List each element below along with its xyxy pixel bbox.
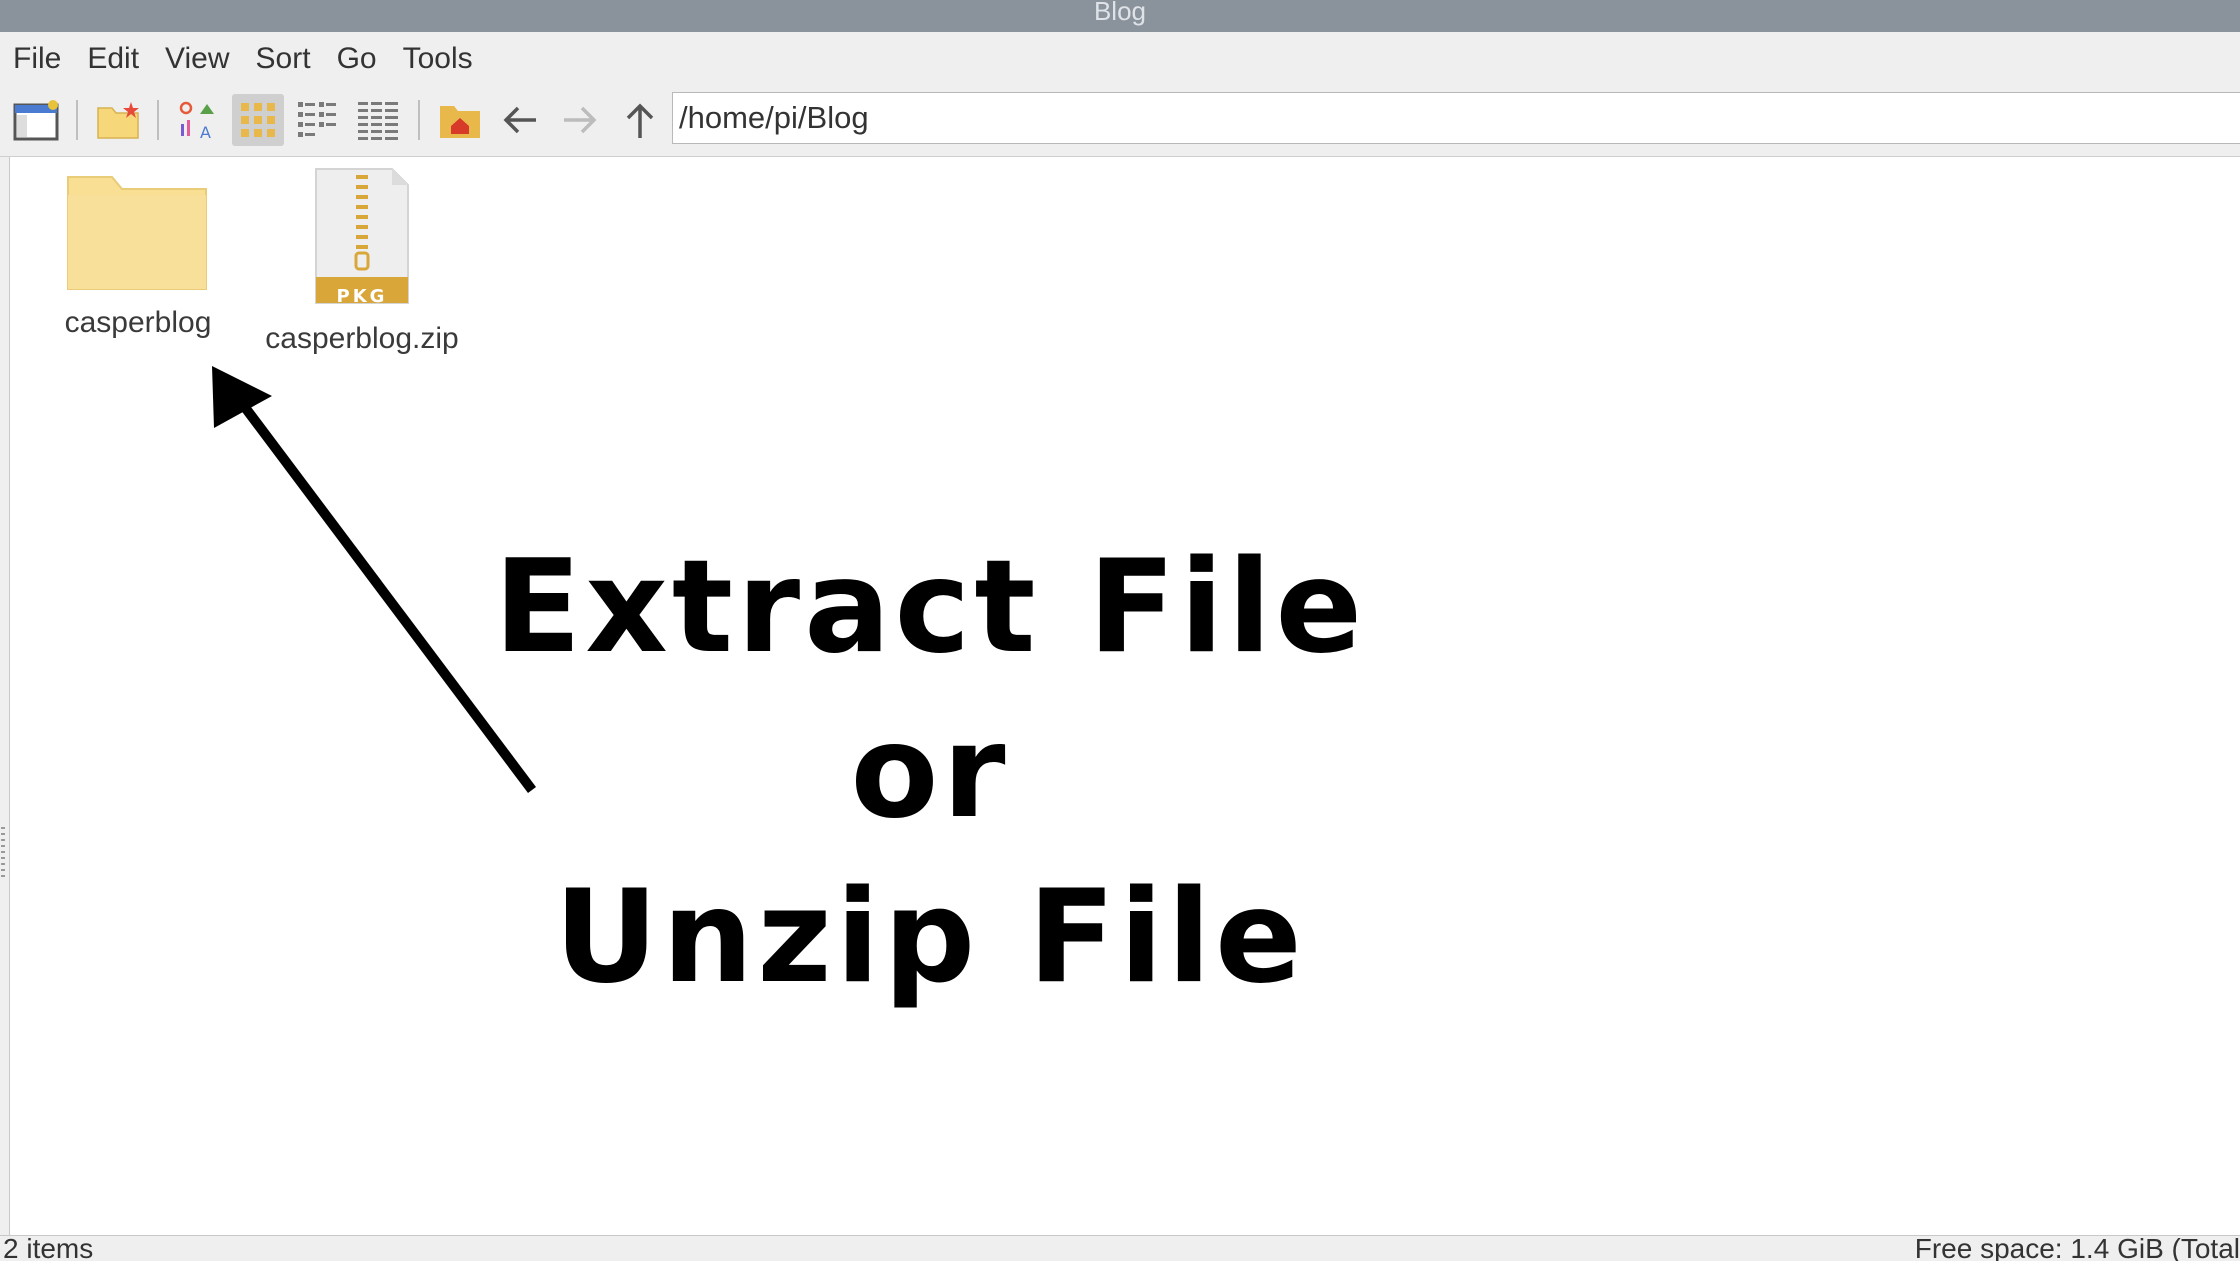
new-window-icon <box>13 100 59 141</box>
detailed-list-view-button[interactable] <box>352 94 404 146</box>
detailed-list-view-icon <box>358 98 398 142</box>
menu-view[interactable]: View <box>165 42 229 76</box>
pane-resize-handle[interactable] <box>1 827 5 877</box>
up-arrow-icon <box>626 103 654 138</box>
new-folder-button[interactable] <box>92 94 144 146</box>
file-item-zip[interactable]: PKG casperblog.zip <box>262 165 462 356</box>
thumbnail-view-button[interactable] <box>232 94 284 146</box>
back-button[interactable] <box>494 94 546 146</box>
file-item-folder[interactable]: casperblog <box>38 165 238 340</box>
annotation-text: Extract File or Unzip File <box>420 525 1440 1020</box>
new-window-button[interactable] <box>10 94 62 146</box>
new-folder-icon <box>97 102 139 139</box>
window-title: Blog <box>1093 0 1147 26</box>
thumbnail-view-icon <box>241 103 275 137</box>
menu-bar: File Edit View Sort Go Tools <box>0 32 2240 86</box>
back-arrow-icon <box>503 106 536 134</box>
home-folder-icon <box>440 106 480 138</box>
status-free-space: Free space: 1.4 GiB (Total <box>1914 1235 2240 1261</box>
home-folder-button[interactable] <box>434 94 486 146</box>
menu-go[interactable]: Go <box>337 42 377 76</box>
menu-file[interactable]: File <box>13 42 61 76</box>
annotation-line-3: Unzip File <box>554 863 1306 1012</box>
status-item-count: 2 items <box>3 1235 94 1261</box>
compact-view-icon <box>298 102 336 137</box>
window-title-bar: Blog <box>0 0 2240 32</box>
compact-view-button[interactable] <box>292 94 344 146</box>
menu-tools[interactable]: Tools <box>403 42 473 76</box>
menu-sort[interactable]: Sort <box>256 42 311 76</box>
file-name: casperblog.zip <box>265 322 459 355</box>
status-bar: 2 items Free space: 1.4 GiB (Total <box>0 1235 2240 1261</box>
forward-button[interactable] <box>554 94 606 146</box>
annotation-line-1: Extract File <box>493 533 1367 682</box>
side-pane-collapsed <box>0 157 10 1235</box>
pkg-badge: PKG <box>336 286 388 307</box>
menu-edit[interactable]: Edit <box>87 42 139 76</box>
svg-text:A: A <box>200 123 211 142</box>
toolbar: A <box>0 86 2240 157</box>
folder-icon <box>67 176 207 290</box>
icon-view-icon: A <box>179 101 214 142</box>
icon-view-button[interactable]: A <box>172 94 224 146</box>
forward-arrow-icon <box>564 106 597 134</box>
file-name: casperblog <box>64 306 212 339</box>
path-input[interactable] <box>672 92 2240 144</box>
annotation-line-2: or <box>850 698 1010 847</box>
up-button[interactable] <box>614 94 666 146</box>
